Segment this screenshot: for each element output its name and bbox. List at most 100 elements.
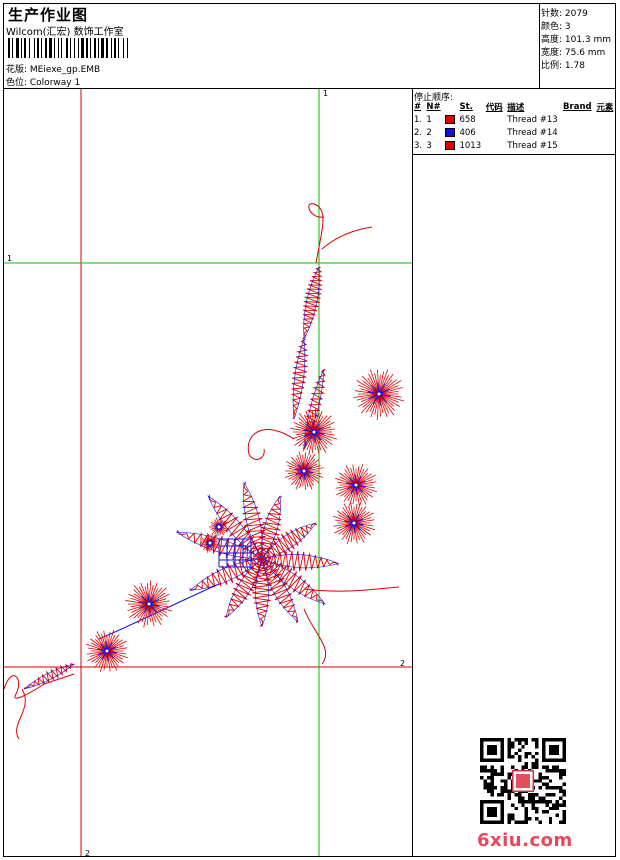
qr-module: [514, 738, 518, 742]
col-needle: N#: [426, 102, 441, 112]
satin-stitch: [189, 556, 264, 591]
qr-module: [524, 810, 529, 814]
qr-module: [545, 799, 549, 804]
color-swatch: [445, 127, 456, 137]
qr-module: [490, 782, 494, 787]
qr-module: [541, 765, 546, 769]
qr-module: [480, 765, 484, 769]
flower-center: [311, 429, 317, 435]
qr-module: [528, 817, 532, 821]
row-element: [594, 126, 616, 139]
qr-module: [562, 799, 566, 804]
barcode-bar: [78, 38, 79, 58]
qr-module: [531, 803, 536, 807]
qr-seal-inner: [516, 774, 530, 788]
qr-module: [517, 755, 522, 759]
qr-module: [524, 799, 529, 804]
qr-module: [528, 751, 532, 756]
barcode-bar: [74, 38, 75, 58]
qr-module: [483, 779, 487, 783]
qr-module: [480, 768, 484, 773]
qr-module: [535, 799, 539, 804]
qr-module: [548, 768, 553, 773]
qr-module: [562, 820, 566, 824]
qr-module: [531, 799, 536, 804]
qr-module: [507, 738, 511, 742]
qr-module: [524, 817, 529, 821]
row-stitches: 406: [459, 127, 476, 138]
qr-module: [524, 806, 529, 811]
guide-lines: 1 1 2 2: [4, 89, 412, 856]
qr-module: [524, 820, 529, 824]
row-code: [484, 113, 506, 126]
row-needle: 3: [426, 140, 432, 151]
qr-module: [548, 793, 553, 797]
qr-module: [507, 748, 511, 752]
qr-module: [483, 768, 487, 773]
qr-module: [486, 768, 491, 773]
barcode-bar: [81, 38, 84, 58]
qr-module: [490, 768, 494, 773]
qr-module: [507, 755, 511, 759]
qr-module: [548, 820, 553, 824]
qr-module: [514, 820, 518, 824]
col-brand: Brand: [563, 102, 592, 112]
qr-module: [517, 738, 522, 742]
qr-module: [562, 810, 566, 814]
qr-module: [500, 772, 505, 776]
starburst-flower: [85, 629, 129, 673]
col-code: 代码: [485, 103, 503, 113]
row-code: [484, 139, 506, 152]
qr-module: [521, 765, 525, 769]
qr-module: [510, 755, 515, 759]
stat-width: 宽度: 75.6 mm: [541, 48, 606, 58]
barcode-bar: [61, 38, 62, 58]
row-description: Thread #15: [507, 140, 558, 151]
stem-bottom-left: [4, 673, 75, 699]
qr-module: [535, 751, 539, 756]
row-num: 1.: [414, 114, 423, 125]
qr-module: [562, 789, 566, 794]
stop-sequence-table: # N# St. 代码 描述 Brand 元素 1. 1 658 Thread …: [412, 101, 616, 152]
guide-label-top: 1: [323, 89, 328, 98]
design-panel-divider: [412, 88, 413, 857]
qr-module: [545, 782, 549, 787]
stats-divider: [539, 3, 540, 88]
qr-module: [548, 806, 553, 811]
row-swatch: [443, 126, 457, 139]
row-stitches: 1013: [459, 140, 482, 151]
qr-module: [559, 803, 563, 807]
barcode-bar: [12, 38, 13, 58]
qr-module: [545, 793, 549, 797]
barcode-bar: [24, 38, 26, 58]
row-element: [594, 113, 616, 126]
qr-module: [517, 799, 522, 804]
stat-ratio: 比例: 1.78: [541, 61, 585, 71]
barcode-bar: [66, 38, 68, 58]
qr-module: [507, 744, 511, 749]
barcode-bar: [29, 38, 30, 58]
qr-module: [548, 799, 553, 804]
petal: [189, 556, 264, 591]
qr-module: [524, 741, 529, 745]
qr-module: [545, 765, 549, 769]
qr-module: [545, 786, 549, 790]
qr-module: [552, 765, 556, 769]
qr-module: [538, 796, 542, 800]
qr-module: [521, 803, 525, 807]
flower-center: [351, 520, 357, 526]
qr-module: [521, 799, 525, 804]
qr-module: [507, 775, 511, 780]
qr-module: [538, 799, 542, 804]
table-row: 3. 3 1013 Thread #15: [412, 139, 616, 152]
embroidery-motif: [4, 203, 405, 740]
qr-module: [535, 741, 539, 745]
qr-module: [545, 810, 549, 814]
qr-module: [535, 758, 539, 763]
row-num: 3.: [414, 140, 423, 151]
qr-module: [514, 751, 518, 756]
qr-module: [538, 820, 542, 824]
qr-module: [538, 779, 542, 783]
qr-module: [562, 803, 566, 807]
qr-finder-core: [486, 806, 498, 818]
